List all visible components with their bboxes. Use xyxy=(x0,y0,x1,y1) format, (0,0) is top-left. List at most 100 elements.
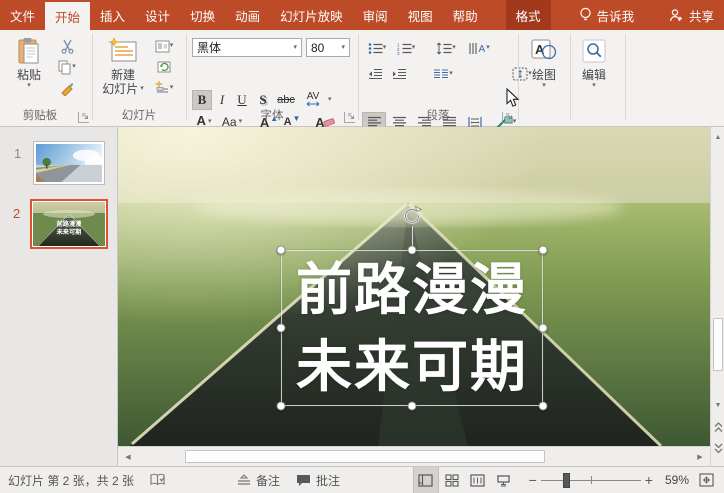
share-button[interactable]: 共享 xyxy=(659,0,724,30)
font-name-combobox[interactable]: 黑体 ▾ xyxy=(192,38,302,57)
columns-button[interactable]: ▾ xyxy=(428,64,458,84)
numbering-button[interactable]: 123 ▾ xyxy=(392,38,420,58)
format-painter-button[interactable] xyxy=(52,78,82,98)
tab-animations[interactable]: 动画 xyxy=(225,0,270,30)
vertical-scrollbar[interactable]: ▲ ▼ xyxy=(710,127,724,466)
tab-gap xyxy=(551,0,569,30)
tab-slideshow[interactable]: 幻灯片放映 xyxy=(270,0,353,30)
tab-home[interactable]: 开始 xyxy=(45,2,91,30)
zoom-plus-glyph: + xyxy=(644,472,653,488)
section-button[interactable]: ▾ xyxy=(148,78,180,98)
bullets-button[interactable]: ▾ xyxy=(364,38,390,58)
tab-format[interactable]: 格式 xyxy=(505,0,551,30)
zoom-slider-center-tick xyxy=(590,475,592,484)
strikethrough-glyph: abc xyxy=(277,94,295,106)
font-size-combobox[interactable]: 80 ▾ xyxy=(306,38,350,57)
rotation-handle[interactable] xyxy=(401,205,423,227)
slide-2-thumbnail-selected[interactable]: 前路漫漫 未来可期 xyxy=(30,199,108,249)
tell-me-control[interactable]: 告诉我 xyxy=(569,0,645,30)
zoom-level-indicator[interactable]: 59% xyxy=(659,467,695,493)
resize-handle-bottom[interactable] xyxy=(407,401,417,411)
text-direction-button[interactable]: A ▾ xyxy=(462,38,496,58)
zoom-minus-glyph: − xyxy=(528,472,537,488)
scroll-left-button[interactable]: ◀ xyxy=(121,449,135,464)
tab-design[interactable]: 设计 xyxy=(135,0,180,30)
notes-button[interactable]: 备注 xyxy=(229,467,288,493)
fit-slide-to-window-button[interactable] xyxy=(695,467,724,493)
new-slide-button[interactable]: 新建 幻灯片 ▾ xyxy=(100,36,146,96)
cut-button[interactable] xyxy=(52,36,82,56)
zoom-out-button[interactable]: − xyxy=(517,467,541,493)
paste-button[interactable]: 粘贴 ▾ xyxy=(8,36,50,90)
shadow-glyph: S xyxy=(259,92,267,107)
scroll-down-button[interactable]: ▼ xyxy=(712,398,724,412)
comments-button[interactable]: 批注 xyxy=(288,467,348,493)
zoom-slider-handle[interactable] xyxy=(562,472,570,488)
resize-handle-top-left[interactable] xyxy=(276,245,286,255)
reset-slide-button[interactable] xyxy=(148,57,180,77)
numbered-list-icon: 123 xyxy=(397,42,412,55)
fit-to-window-icon xyxy=(699,473,714,487)
dropdown-arrow-icon: ▾ xyxy=(486,44,490,51)
normal-view-button[interactable] xyxy=(412,467,439,493)
share-label: 共享 xyxy=(688,9,714,24)
tab-insert[interactable]: 插入 xyxy=(90,0,135,30)
slide-2-thumbnail-image: 前路漫漫 未来可期 xyxy=(33,202,105,246)
vertical-scrollbar-thumb[interactable] xyxy=(713,318,723,371)
font-name-value: 黑体 xyxy=(197,41,222,55)
tab-help[interactable]: 帮助 xyxy=(443,0,488,30)
comments-label: 批注 xyxy=(316,473,341,488)
slide-counter[interactable]: 幻灯片 第 2 张，共 2 张 xyxy=(0,467,142,493)
font-dialog-launcher[interactable] xyxy=(344,112,355,123)
status-bar: 幻灯片 第 2 张，共 2 张 备注 批注 − + 59% xyxy=(0,466,724,493)
zoom-in-button[interactable]: + xyxy=(641,467,659,493)
spell-check-button[interactable] xyxy=(142,467,174,493)
clipboard-dialog-launcher[interactable] xyxy=(78,112,89,123)
decrease-indent-button[interactable] xyxy=(364,64,386,84)
resize-handle-left[interactable] xyxy=(276,323,286,333)
dropdown-arrow-icon: ▾ xyxy=(293,43,297,51)
tab-review[interactable]: 审阅 xyxy=(353,0,398,30)
slide-canvas[interactable]: 前路漫漫 未来可期 xyxy=(118,127,710,446)
textbox-selection-border[interactable] xyxy=(281,250,543,406)
resize-handle-bottom-right[interactable] xyxy=(538,401,548,411)
resize-handle-top-right[interactable] xyxy=(538,245,548,255)
drawing-button[interactable]: A 绘图 ▾ xyxy=(524,36,564,90)
italic-glyph: I xyxy=(219,92,225,107)
slides-group-label: 幻灯片 xyxy=(121,110,157,122)
group-divider xyxy=(570,34,571,120)
resize-handle-right[interactable] xyxy=(538,323,548,333)
increase-indent-button[interactable] xyxy=(388,64,410,84)
reading-view-button[interactable] xyxy=(465,467,491,493)
tell-me-label: 告诉我 xyxy=(596,9,635,24)
dropdown-arrow-icon: ▾ xyxy=(169,42,174,49)
drawing-icon: A xyxy=(531,36,557,66)
resize-handle-top[interactable] xyxy=(407,245,417,255)
editing-label: 编辑 xyxy=(581,68,606,82)
zoom-slider[interactable] xyxy=(540,467,641,493)
paragraph-dialog-launcher[interactable] xyxy=(502,112,513,123)
slide-1-thumbnail[interactable] xyxy=(33,141,105,185)
slide-sorter-view-button[interactable] xyxy=(439,467,465,493)
horizontal-scrollbar-thumb[interactable] xyxy=(185,450,545,463)
notes-icon xyxy=(237,474,251,486)
slideshow-view-button[interactable] xyxy=(491,467,517,493)
resize-handle-bottom-left[interactable] xyxy=(276,401,286,411)
scroll-right-button[interactable]: ▶ xyxy=(693,449,707,464)
slide-1-number: 1 xyxy=(14,146,22,161)
previous-slide-button[interactable] xyxy=(712,419,724,435)
new-slide-icon xyxy=(108,36,138,66)
tabbar-spacer xyxy=(644,0,659,30)
tab-view[interactable]: 视图 xyxy=(398,0,443,30)
tab-file[interactable]: 文件 xyxy=(0,0,45,30)
horizontal-scrollbar[interactable]: ◀ ▶ xyxy=(118,446,710,466)
slide-layout-button[interactable]: ▾ xyxy=(148,36,180,56)
scroll-up-button[interactable]: ▲ xyxy=(712,130,724,144)
editing-button[interactable]: 编辑 ▾ xyxy=(574,36,614,90)
dropdown-arrow-icon: ▾ xyxy=(140,85,144,92)
tab-transitions[interactable]: 切换 xyxy=(180,0,225,30)
copy-button[interactable]: ▾ xyxy=(52,57,82,77)
next-slide-button[interactable] xyxy=(712,440,724,456)
magnifier-icon xyxy=(582,36,606,66)
line-spacing-button[interactable]: ▾ xyxy=(432,38,460,58)
